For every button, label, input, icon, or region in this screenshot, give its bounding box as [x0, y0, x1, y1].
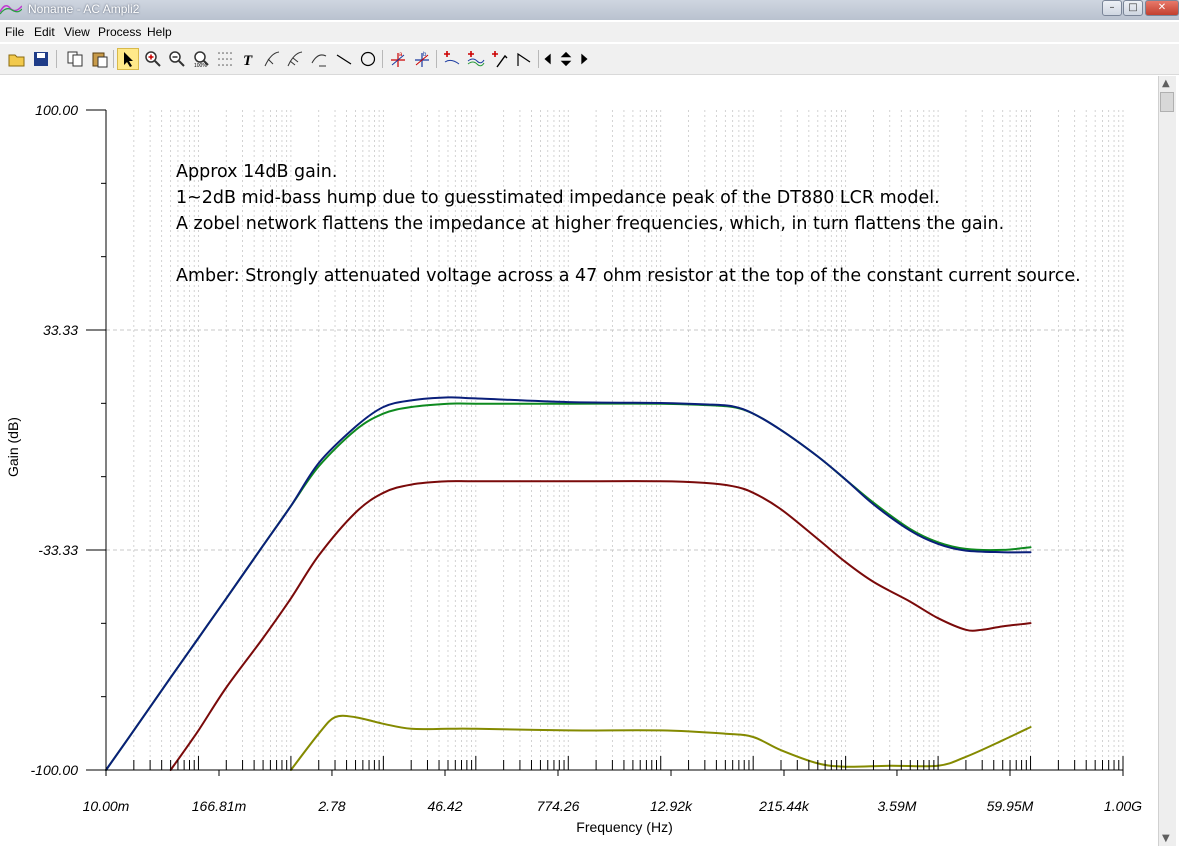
- right-arrow-icon[interactable]: [576, 48, 592, 70]
- x-tick-label: 46.42: [427, 798, 462, 814]
- x-tick-label: 59.95M: [987, 798, 1034, 814]
- menu-bar: File Edit View Process Help: [0, 22, 1179, 42]
- scroll-thumb[interactable]: [1160, 92, 1174, 112]
- menu-view[interactable]: View: [64, 25, 90, 39]
- circle-icon[interactable]: [357, 48, 379, 70]
- x-tick-label: 12.92k: [650, 798, 693, 814]
- add-marker-icon[interactable]: [441, 48, 463, 70]
- annotations: Approx 14dB gain. 1~2dB mid-bass hump due…: [176, 162, 1081, 286]
- paste-icon[interactable]: [89, 48, 111, 70]
- menu-help[interactable]: Help: [147, 25, 172, 39]
- y-tick-label: -100.00: [31, 762, 79, 778]
- app-icon: [0, 5, 22, 15]
- annotation-line-2: A zobel network flattens the impedance a…: [176, 214, 1004, 234]
- slope-icon[interactable]: [513, 48, 535, 70]
- add-curve-icon[interactable]: [465, 48, 487, 70]
- pointer-icon[interactable]: [117, 48, 139, 70]
- x-tick-label: 774.26: [537, 798, 580, 814]
- scroll-up-icon[interactable]: ▲: [1162, 78, 1170, 89]
- probe-icon[interactable]: [489, 48, 511, 70]
- updown-arrow-icon[interactable]: [558, 48, 574, 70]
- window-title: Noname - AC Ampli2: [28, 2, 140, 16]
- zoom-100-icon[interactable]: 100%: [190, 48, 212, 70]
- x-axis-label: Frequency (Hz): [576, 819, 672, 835]
- zoom-in-icon[interactable]: [142, 48, 164, 70]
- x-tick-label: 215.44k: [758, 798, 810, 814]
- x-tick-label: 10.00m: [83, 798, 130, 814]
- annotation-line-1: 1~2dB mid-bass hump due to guesstimated …: [176, 188, 940, 208]
- x-tick-label: 1.00G: [1104, 798, 1142, 814]
- svg-text:100%: 100%: [194, 63, 207, 68]
- menu-edit[interactable]: Edit: [34, 25, 55, 39]
- curve-label-icon[interactable]: [261, 48, 283, 70]
- cursor-a-icon[interactable]: a: [387, 48, 409, 70]
- annotation-line-4: Amber: Strongly attenuated voltage acros…: [176, 266, 1081, 286]
- svg-text:a: a: [399, 52, 403, 58]
- cursor-b-icon[interactable]: b: [411, 48, 433, 70]
- left-arrow-icon[interactable]: [540, 48, 556, 70]
- title-bar: Noname - AC Ampli2 – □ ✕: [0, 0, 1179, 20]
- text-icon[interactable]: T: [238, 48, 260, 70]
- series-line-1: [105, 396, 1032, 771]
- line-icon[interactable]: [333, 48, 355, 70]
- menu-process[interactable]: Process: [98, 25, 141, 39]
- close-button[interactable]: ✕: [1145, 0, 1179, 16]
- toolbar: 100% T a b: [0, 44, 1179, 75]
- svg-text:T: T: [243, 53, 253, 68]
- series-group: [105, 396, 1032, 771]
- grid: [105, 110, 1124, 770]
- y-axis-label: Gain (dB): [5, 417, 21, 477]
- save-icon[interactable]: [30, 48, 52, 70]
- annotation-line-0: Approx 14dB gain.: [176, 162, 337, 182]
- minimize-button[interactable]: –: [1102, 0, 1122, 16]
- x-tick-label: 3.59M: [877, 798, 916, 814]
- maximize-button[interactable]: □: [1123, 0, 1143, 16]
- x-tick-label: 166.81m: [192, 798, 247, 814]
- gain-chart: 100.00 33.33 -33.33 -100.00 10.00m 166.81m 2.7…: [5, 102, 1142, 835]
- y-tick-label: 100.00: [35, 102, 78, 118]
- open-icon[interactable]: [6, 48, 28, 70]
- y-tick-label: -33.33: [38, 542, 78, 558]
- axes: 100.00 33.33 -33.33 -100.00 10.00m 166.81m 2.7…: [5, 102, 1142, 835]
- curve-label-2-icon[interactable]: [284, 48, 306, 70]
- menu-file[interactable]: File: [5, 25, 24, 39]
- grid-icon[interactable]: [214, 48, 236, 70]
- svg-text:b: b: [423, 52, 427, 58]
- curve-label-3-icon[interactable]: [308, 48, 330, 70]
- scroll-down-icon[interactable]: ▼: [1162, 833, 1170, 844]
- copy-icon[interactable]: [64, 48, 86, 70]
- zoom-out-icon[interactable]: [166, 48, 188, 70]
- vertical-scrollbar[interactable]: ▲ ▼: [1158, 76, 1176, 846]
- y-tick-label: 33.33: [43, 322, 78, 338]
- x-tick-label: 2.78: [317, 798, 345, 814]
